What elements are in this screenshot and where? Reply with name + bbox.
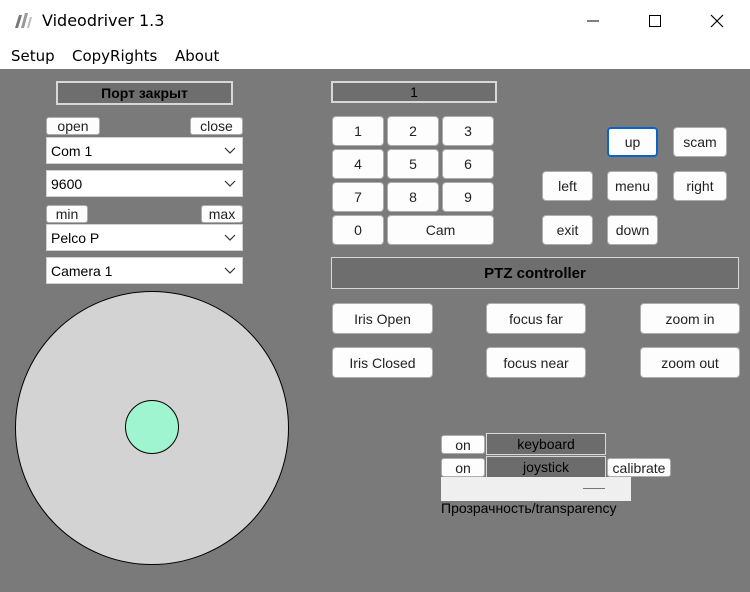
minimize-button[interactable] xyxy=(562,0,624,42)
max-button[interactable]: max xyxy=(201,205,243,223)
zoom-out-button[interactable]: zoom out xyxy=(640,347,740,378)
keypad-display: 1 xyxy=(331,81,497,103)
port-status: Порт закрыт xyxy=(56,81,233,105)
left-button[interactable]: left xyxy=(542,171,593,201)
ptz-title: PTZ controller xyxy=(331,257,739,289)
down-button[interactable]: down xyxy=(607,215,658,245)
chevron-down-icon xyxy=(224,267,236,274)
transparency-slider[interactable] xyxy=(441,477,631,501)
com-port-value: Com 1 xyxy=(51,142,93,159)
key-1[interactable]: 1 xyxy=(332,116,384,146)
cam-button[interactable]: Cam xyxy=(387,215,494,245)
key-0[interactable]: 0 xyxy=(332,215,384,245)
transparency-label: Прозрачность/transparency xyxy=(441,500,617,516)
key-4[interactable]: 4 xyxy=(332,149,384,179)
baud-rate-value: 9600 xyxy=(51,175,83,192)
menu-setup[interactable]: Setup xyxy=(11,47,55,65)
key-8[interactable]: 8 xyxy=(387,182,439,212)
menu-about[interactable]: About xyxy=(175,47,219,65)
menu-copyrights[interactable]: CopyRights xyxy=(72,47,157,65)
joystick-knob[interactable] xyxy=(125,400,179,454)
up-button[interactable]: up xyxy=(607,127,658,157)
window-title: Videodriver 1.3 xyxy=(42,11,165,30)
baud-rate-select[interactable]: 9600 xyxy=(46,170,243,197)
chevron-down-icon xyxy=(224,147,236,154)
com-port-select[interactable]: Com 1 xyxy=(46,137,243,164)
iris-open-button[interactable]: Iris Open xyxy=(332,303,433,334)
right-button[interactable]: right xyxy=(673,171,727,201)
key-6[interactable]: 6 xyxy=(442,149,494,179)
key-7[interactable]: 7 xyxy=(332,182,384,212)
calibrate-button[interactable]: calibrate xyxy=(607,458,671,477)
joystick-label: joystick xyxy=(486,456,606,478)
slider-thumb[interactable] xyxy=(583,488,605,489)
protocol-select[interactable]: Pelco P xyxy=(46,224,243,251)
key-5[interactable]: 5 xyxy=(387,149,439,179)
key-3[interactable]: 3 xyxy=(442,116,494,146)
scam-button[interactable]: scam xyxy=(673,127,727,157)
key-9[interactable]: 9 xyxy=(442,182,494,212)
camera-select[interactable]: Camera 1 xyxy=(46,257,243,284)
keyboard-on-button[interactable]: on xyxy=(441,435,485,454)
close-window-button[interactable] xyxy=(686,0,748,42)
keyboard-label: keyboard xyxy=(486,433,606,455)
close-port-button[interactable]: close xyxy=(190,117,243,135)
menu-button[interactable]: menu xyxy=(607,171,658,201)
iris-closed-button[interactable]: Iris Closed xyxy=(332,347,433,378)
min-button[interactable]: min xyxy=(46,205,88,223)
maximize-icon xyxy=(649,15,661,27)
camera-value: Camera 1 xyxy=(51,262,113,279)
minimize-icon xyxy=(587,20,599,22)
zoom-in-button[interactable]: zoom in xyxy=(640,303,740,334)
open-port-button[interactable]: open xyxy=(46,117,100,135)
chevron-down-icon xyxy=(224,234,236,241)
focus-far-button[interactable]: focus far xyxy=(486,303,586,334)
close-icon xyxy=(710,14,724,28)
key-2[interactable]: 2 xyxy=(387,116,439,146)
exit-button[interactable]: exit xyxy=(542,215,593,245)
chevron-down-icon xyxy=(224,180,236,187)
title-bar: Videodriver 1.3 xyxy=(0,0,750,42)
menu-bar: Setup CopyRights About xyxy=(0,44,750,68)
maximize-button[interactable] xyxy=(624,0,686,42)
focus-near-button[interactable]: focus near xyxy=(486,347,586,378)
protocol-value: Pelco P xyxy=(51,229,100,246)
app-icon xyxy=(15,13,32,28)
joystick-on-button[interactable]: on xyxy=(441,458,485,477)
